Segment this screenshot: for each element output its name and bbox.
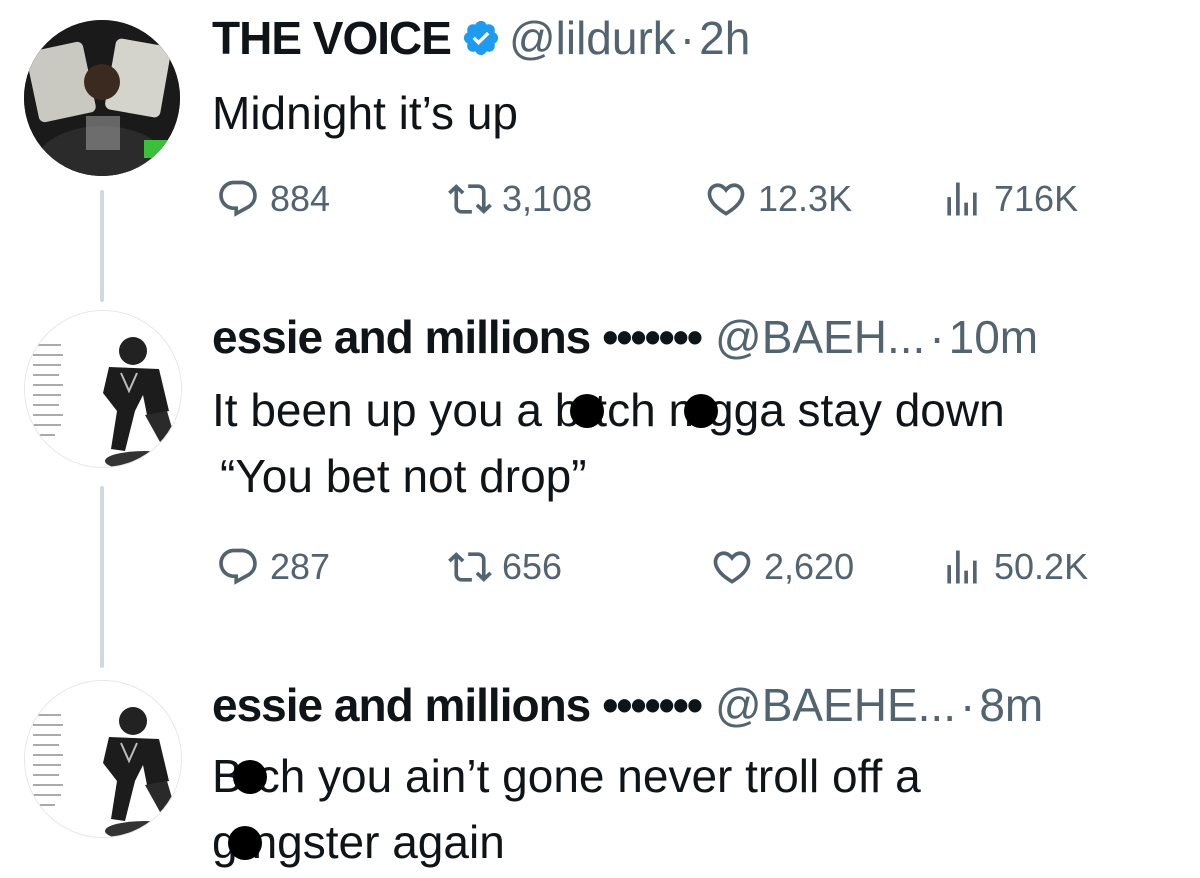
tweet-text-line: Bch you ain’t gone never troll off a bbox=[212, 743, 921, 809]
tweet-actions: 884 3,108 12.3K 716K bbox=[216, 174, 1116, 224]
timestamp[interactable]: 10m bbox=[949, 309, 1038, 365]
views-button[interactable]: 50.2K bbox=[940, 542, 1088, 592]
text-segment: It been up you a b bbox=[212, 384, 581, 436]
view-count: 50.2K bbox=[994, 546, 1089, 587]
tweet-header: essie and millions ••••••• @BAEHE... · 8… bbox=[212, 677, 1043, 733]
thread-connector-line bbox=[100, 190, 104, 302]
censor-dot bbox=[684, 393, 719, 428]
avatar-image bbox=[24, 20, 180, 176]
reply-count: 884 bbox=[270, 178, 331, 219]
reply-button[interactable]: 287 bbox=[216, 542, 330, 592]
name-dots: ••••••• bbox=[602, 311, 703, 363]
censor-dot bbox=[570, 393, 605, 428]
tweet-header: THE VOICE @lildurk · 2h bbox=[212, 10, 750, 66]
tweet-text: Midnight it’s up bbox=[212, 80, 518, 146]
thread-connector-line bbox=[100, 486, 104, 668]
avatar[interactable] bbox=[24, 680, 182, 838]
like-count: 2,620 bbox=[764, 546, 855, 587]
censor-dot bbox=[232, 759, 267, 794]
avatar-image bbox=[25, 681, 181, 837]
views-chart-icon bbox=[947, 550, 977, 584]
text-segment: ch you ain’t gone never troll off a bbox=[256, 750, 921, 802]
avatar[interactable] bbox=[24, 20, 180, 176]
like-count: 12.3K bbox=[758, 178, 853, 219]
like-button[interactable]: 2,620 bbox=[710, 542, 854, 592]
reply-icon bbox=[219, 548, 257, 585]
verified-badge-icon bbox=[463, 20, 499, 56]
heart-icon bbox=[707, 183, 745, 216]
user-handle[interactable]: @lildurk bbox=[509, 10, 676, 66]
separator-dot: · bbox=[679, 12, 696, 64]
user-handle[interactable]: @BAEHE... bbox=[715, 677, 956, 733]
censor-dot bbox=[227, 825, 262, 860]
tweet-text: Bch you ain’t gone never troll off a g ng… bbox=[212, 743, 921, 875]
views-button[interactable]: 716K bbox=[940, 174, 1078, 224]
retweet-button[interactable]: 656 bbox=[448, 542, 562, 592]
separator-dot: · bbox=[959, 679, 976, 731]
avatar[interactable] bbox=[24, 310, 182, 468]
retweet-count: 656 bbox=[502, 546, 563, 587]
retweet-icon bbox=[448, 552, 492, 582]
avatar-image bbox=[25, 311, 181, 467]
reply-button[interactable]: 884 bbox=[216, 174, 330, 224]
display-name[interactable]: essie and millions bbox=[212, 677, 591, 733]
tweet-text: It been up you a b tch n gga stay down “Yo… bbox=[212, 377, 1005, 509]
tweet-actions: 287 656 2,620 50.2K bbox=[216, 542, 1116, 592]
tweet-text-line: Midnight it’s up bbox=[212, 87, 518, 139]
tweet-text-line: g ngster again bbox=[212, 809, 921, 875]
tweet-text-line: It been up you a b tch n gga stay down bbox=[212, 377, 1005, 443]
name-dots: ••••••• bbox=[602, 679, 703, 731]
retweet-button[interactable]: 3,108 bbox=[448, 174, 592, 224]
views-chart-icon bbox=[947, 182, 977, 216]
user-handle[interactable]: @BAEH... bbox=[715, 309, 925, 365]
timestamp[interactable]: 2h bbox=[699, 10, 750, 66]
heart-icon bbox=[713, 551, 751, 584]
reply-count: 287 bbox=[270, 546, 331, 587]
reply-icon bbox=[219, 180, 257, 217]
text-segment: tch n bbox=[594, 384, 695, 436]
retweet-icon bbox=[448, 184, 492, 214]
tweet-text-line: “You bet not drop” bbox=[220, 450, 587, 502]
display-name[interactable]: essie and millions bbox=[212, 309, 591, 365]
separator-dot: · bbox=[929, 311, 945, 363]
tweet-header: essie and millions ••••••• @BAEH... · 10… bbox=[212, 309, 1038, 365]
text-segment: gga stay down bbox=[708, 384, 1005, 436]
display-name[interactable]: THE VOICE bbox=[212, 10, 452, 66]
view-count: 716K bbox=[994, 178, 1079, 219]
text-segment: ngster again bbox=[251, 816, 505, 868]
like-button[interactable]: 12.3K bbox=[704, 174, 852, 224]
retweet-count: 3,108 bbox=[502, 178, 593, 219]
timestamp[interactable]: 8m bbox=[979, 677, 1043, 733]
